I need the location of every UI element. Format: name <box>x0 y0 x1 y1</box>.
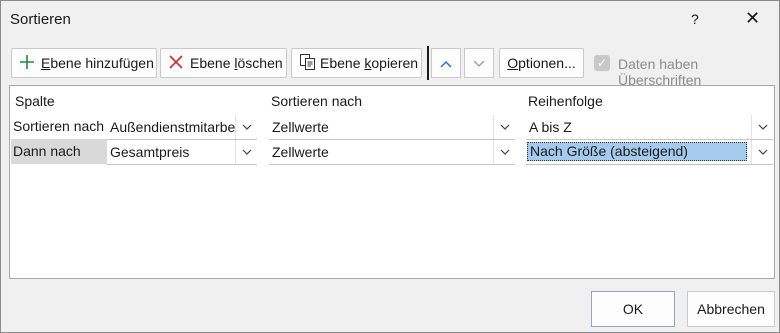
sort-on-select-value: Zellwerte <box>272 119 329 135</box>
plus-icon <box>19 54 35 73</box>
column-select-value: Gesamtpreis <box>110 144 190 160</box>
cancel-button[interactable]: Abbrechen <box>687 291 775 327</box>
delete-x-icon <box>168 54 184 73</box>
sort-dialog: Sortieren ? ✕ Ebene hinzufügen Ebene lös… <box>0 0 780 333</box>
column-select-value: Außendienstmitarbeiter <box>110 119 235 135</box>
column-header-order: Reihenfolge <box>528 93 603 109</box>
headers-checkbox[interactable]: ✓ <box>594 55 610 71</box>
sort-on-select[interactable]: Zellwerte <box>269 140 515 165</box>
help-button[interactable]: ? <box>691 11 699 27</box>
row-label: Sortieren nach <box>13 118 105 134</box>
chevron-down-icon[interactable] <box>751 140 773 164</box>
sort-on-select[interactable]: Zellwerte <box>269 115 515 140</box>
delete-level-button[interactable]: Ebene löschen <box>160 48 287 78</box>
copy-icon <box>299 53 317 74</box>
add-level-button[interactable]: Ebene hinzufügen <box>11 48 157 78</box>
sort-levels-grid: Spalte Sortieren nach Reihenfolge Sortie… <box>9 85 775 279</box>
chevron-down-icon[interactable] <box>493 115 515 139</box>
headers-checkbox-label: Daten haben Überschriften <box>618 56 702 88</box>
column-select[interactable]: Gesamtpreis <box>107 140 257 165</box>
options-button[interactable]: Optionen... <box>499 48 584 78</box>
order-select-value: Nach Größe (absteigend) <box>527 142 747 161</box>
close-button[interactable]: ✕ <box>745 8 760 29</box>
checkmark-icon: ✓ <box>596 56 608 70</box>
copy-level-label: Ebene kopieren <box>320 55 419 71</box>
column-header-column: Spalte <box>15 93 55 109</box>
move-up-button[interactable] <box>431 48 461 78</box>
dialog-title: Sortieren <box>10 11 71 28</box>
column-select[interactable]: Außendienstmitarbeiter <box>107 115 257 140</box>
row-label: Dann nach <box>13 143 81 159</box>
chevron-down-icon <box>473 55 485 71</box>
chevron-down-icon[interactable] <box>235 115 257 139</box>
chevron-down-icon[interactable] <box>751 115 773 139</box>
sort-on-select-value: Zellwerte <box>272 144 329 160</box>
order-select-value: A bis Z <box>529 119 572 135</box>
order-select[interactable]: A bis Z <box>526 115 773 140</box>
ok-button[interactable]: OK <box>591 291 675 327</box>
title-bar: Sortieren ? ✕ <box>1 1 779 39</box>
chevron-up-icon <box>440 55 452 71</box>
toolbar-divider <box>427 46 429 80</box>
delete-level-label: Ebene löschen <box>190 55 283 71</box>
add-level-label: Ebene hinzufügen <box>41 55 154 71</box>
chevron-down-icon[interactable] <box>235 140 257 164</box>
copy-level-button[interactable]: Ebene kopieren <box>291 48 422 78</box>
move-down-button[interactable] <box>464 48 494 78</box>
chevron-down-icon[interactable] <box>493 140 515 164</box>
order-select[interactable]: Nach Größe (absteigend) <box>526 140 773 165</box>
options-label: Optionen... <box>507 55 576 71</box>
column-header-sort-on: Sortieren nach <box>271 93 363 109</box>
